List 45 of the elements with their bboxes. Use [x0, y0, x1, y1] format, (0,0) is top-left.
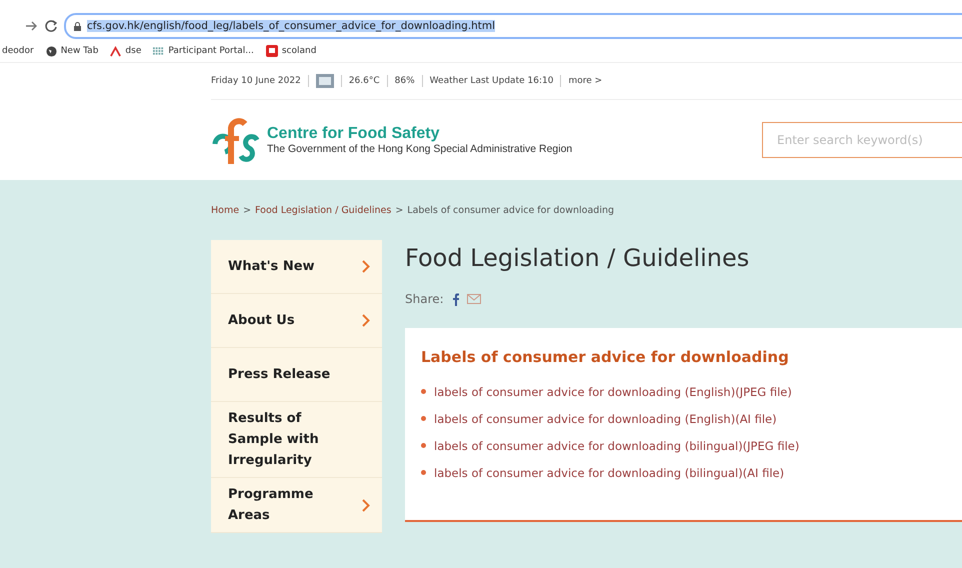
- download-link[interactable]: labels of consumer advice for downloading (English)(JPEG file): [434, 384, 792, 398]
- site-subtitle: The Government of the Hong Kong Special Administrative Region: [267, 143, 572, 155]
- bullet-icon: [421, 389, 426, 394]
- bookmark-link[interactable]: scoland: [282, 46, 316, 56]
- breadcrumb-link[interactable]: Home: [211, 204, 240, 216]
- bookmark-logo-icon: [266, 45, 278, 57]
- temperature-text: 26.6°C: [348, 76, 380, 86]
- bookmark-link[interactable]: Participant Portal...: [168, 46, 254, 56]
- breadcrumb-link[interactable]: Food Legislation / Guidelines: [255, 204, 392, 216]
- more-link[interactable]: more >: [568, 76, 602, 86]
- sidebar-item[interactable]: About Us: [211, 294, 382, 348]
- sidebar-item[interactable]: Press Release: [211, 348, 382, 402]
- bullet-icon: [421, 470, 426, 475]
- weather-update-text: Weather Last Update 16:10: [430, 76, 554, 86]
- date-text: Friday 10 June 2022: [211, 76, 301, 86]
- download-link[interactable]: labels of consumer advice for downloading (bilingual)(AI file): [434, 466, 784, 480]
- sidebar-item[interactable]: Programme Areas: [211, 478, 382, 533]
- sidebar-item[interactable]: Results of Sample with Irregularity: [211, 402, 382, 478]
- reload-icon[interactable]: [44, 19, 58, 33]
- forward-arrow-icon[interactable]: [24, 19, 38, 33]
- weather-icon: [316, 74, 334, 88]
- bookmark-link[interactable]: New Tab: [60, 46, 98, 56]
- download-link[interactable]: labels of consumer advice for downloading (bilingual)(JPEG file): [434, 438, 800, 452]
- share-label: Share:: [405, 292, 444, 306]
- download-link[interactable]: labels of consumer advice for downloading (English)(AI file): [434, 412, 777, 426]
- humidity-text: 86%: [394, 76, 415, 86]
- facebook-icon[interactable]: [452, 292, 459, 306]
- site-name: Centre for Food Safety: [267, 125, 440, 143]
- caret-icon: [110, 46, 122, 56]
- card-title: Labels of consumer advice for downloading: [421, 348, 790, 366]
- url-text: cfs.gov.hk/english/food_leg/labels_of_consumer_advice_for_downloading.html: [87, 20, 496, 32]
- breadcrumb-separator: >: [243, 204, 252, 216]
- globe-icon: [46, 46, 57, 56]
- page-title: Food Legislation / Guidelines: [405, 244, 750, 272]
- breadcrumb-separator: >: [395, 204, 404, 216]
- current-page-text: Labels of consumer advice for downloading: [407, 204, 614, 216]
- bullet-icon: [421, 416, 426, 421]
- sidebar-item[interactable]: What's New: [211, 240, 382, 294]
- address-bar[interactable]: cfs.gov.hk/english/food_leg/labels_of_consumer_advice_for_downloading.html: [64, 13, 962, 39]
- grid-icon: [153, 47, 164, 55]
- search-field[interactable]: Enter search keyword(s): [762, 122, 962, 158]
- bookmark-link[interactable]: deodor: [2, 46, 34, 56]
- bullet-icon: [421, 443, 426, 448]
- bookmark-link[interactable]: dse: [125, 46, 142, 56]
- lock-icon: [74, 22, 81, 30]
